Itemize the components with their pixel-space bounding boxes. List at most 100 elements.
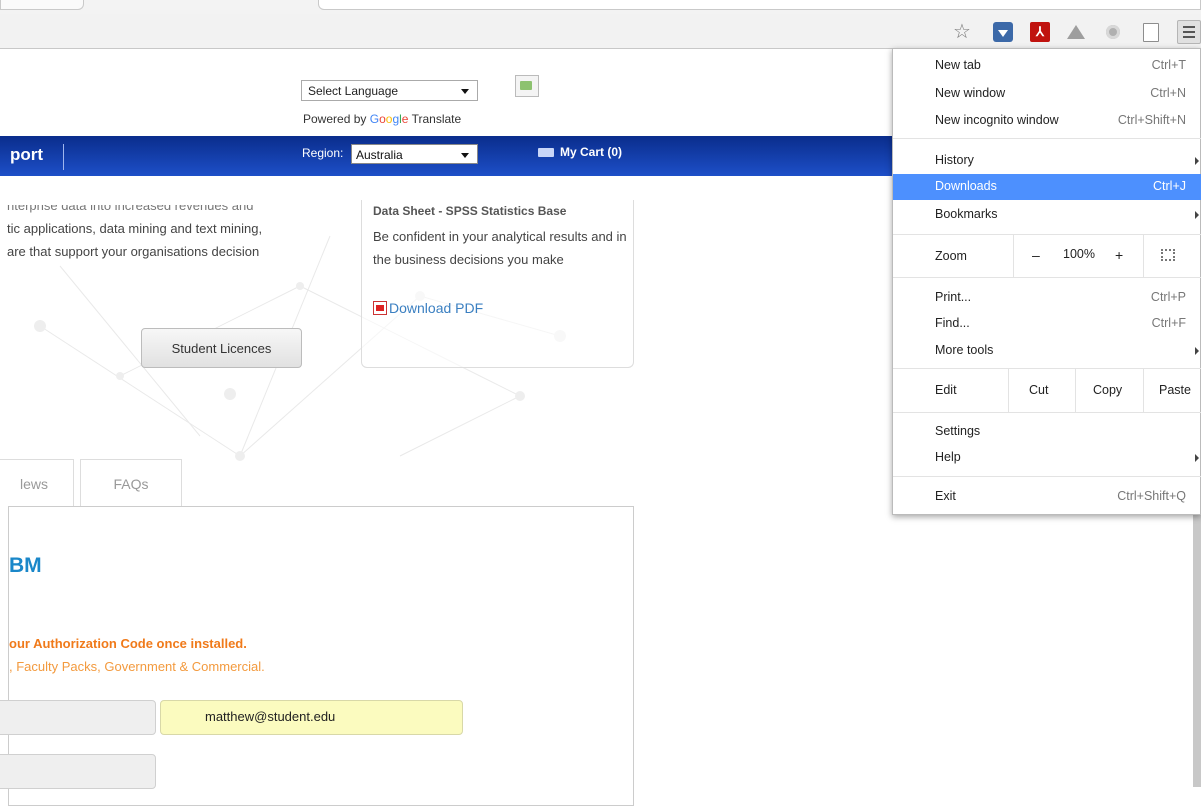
menu-item-more-tools[interactable]: More tools — [893, 338, 1201, 364]
hero-line: tic applications, data mining and text m… — [7, 221, 263, 236]
language-select[interactable]: Select Language — [301, 80, 478, 101]
cut-button[interactable]: Cut — [1029, 383, 1048, 397]
menu-item-new-incognito-window[interactable]: New incognito window Ctrl+Shift+N — [893, 108, 1201, 134]
menu-item-label: New incognito window — [935, 113, 1059, 127]
second-field[interactable] — [0, 754, 156, 789]
download-pdf-label: Download PDF — [389, 300, 484, 316]
email-field[interactable]: matthew@student.edu — [160, 700, 463, 735]
menu-item-history[interactable]: History — [893, 148, 1201, 174]
region-label: Region: — [302, 146, 344, 160]
language-select-value: Select Language — [308, 84, 399, 98]
menu-item-label: New window — [935, 86, 1006, 100]
google-logo-letter: G — [369, 112, 380, 126]
menu-item-shortcut: Ctrl+N — [1150, 86, 1186, 100]
menu-item-shortcut: Ctrl+T — [1151, 58, 1186, 72]
menu-item-shortcut: Ctrl+J — [1153, 179, 1186, 193]
name-field[interactable] — [0, 700, 156, 735]
menu-item-label: Find... — [935, 316, 970, 330]
menu-item-label: Edit — [935, 383, 957, 397]
chevron-down-icon — [461, 153, 469, 158]
content-heading: BM — [9, 554, 42, 577]
authorization-note: our Authorization Code once installed. — [9, 636, 247, 651]
student-licences-button[interactable]: Student Licences — [141, 328, 302, 368]
translate-link[interactable]: Translate — [412, 112, 462, 126]
menu-item-downloads[interactable]: Downloads Ctrl+J — [893, 174, 1201, 200]
google-logo-letter: e — [401, 112, 409, 126]
nav-divider — [63, 144, 64, 170]
menu-item-label: Exit — [935, 489, 956, 503]
zoom-level: 100% — [1063, 247, 1095, 261]
menu-item-new-tab[interactable]: New tab Ctrl+T — [893, 53, 1201, 79]
packs-note: , Faculty Packs, Government & Commercial… — [9, 659, 265, 674]
menu-item-print[interactable]: Print... Ctrl+P — [893, 285, 1201, 311]
browser-tab[interactable] — [0, 0, 84, 10]
my-cart-label: My Cart (0) — [560, 145, 623, 159]
region-select-value: Australia — [356, 148, 403, 162]
tab-faqs[interactable]: FAQs — [80, 459, 182, 507]
google-logo-letter: o — [379, 112, 386, 126]
copy-button[interactable]: Copy — [1093, 383, 1122, 397]
adobe-pdf-icon[interactable]: ⅄ — [1030, 22, 1050, 42]
broken-image-icon — [515, 75, 539, 97]
my-cart-link[interactable]: My Cart (0) — [538, 145, 622, 159]
menu-item-exit[interactable]: Exit Ctrl+Shift+Q — [893, 484, 1201, 510]
drive-icon[interactable] — [1066, 22, 1086, 42]
menu-separator — [1008, 369, 1009, 412]
menu-item-label: More tools — [935, 343, 994, 357]
menu-separator — [893, 138, 1201, 139]
menu-item-label: New tab — [935, 58, 981, 72]
nav-support-link[interactable]: port — [10, 145, 43, 165]
menu-item-settings[interactable]: Settings — [893, 419, 1201, 445]
browser-toolbar: ☆ ⅄ — [0, 14, 1201, 49]
menu-item-label: Settings — [935, 424, 981, 438]
page-icon[interactable] — [1141, 22, 1161, 42]
hero-description: nterprise data into increased revenues a… — [7, 205, 307, 263]
menu-item-shortcut: Ctrl+F — [1151, 316, 1186, 330]
download-extension-icon[interactable] — [993, 22, 1013, 42]
hero-line: are that support your organisations deci… — [7, 244, 260, 259]
menu-item-find[interactable]: Find... Ctrl+F — [893, 311, 1201, 337]
menu-separator — [1013, 235, 1014, 277]
download-pdf-link[interactable]: Download PDF — [373, 300, 483, 316]
menu-edit-row: Edit Cut Copy Paste — [893, 369, 1201, 412]
submenu-arrow-icon — [1195, 454, 1199, 462]
menu-item-shortcut: Ctrl+Shift+Q — [1117, 489, 1186, 503]
menu-zoom-row: Zoom – 100% + — [893, 235, 1201, 277]
submenu-arrow-icon — [1195, 211, 1199, 219]
cart-icon — [538, 148, 554, 158]
menu-item-label: Print... — [935, 290, 972, 304]
fullscreen-icon[interactable] — [1161, 249, 1175, 261]
pdf-icon — [373, 301, 387, 315]
tab-strip — [0, 0, 1201, 14]
robot-extension-icon[interactable] — [1103, 22, 1123, 42]
zoom-out-button[interactable]: – — [1032, 247, 1040, 263]
menu-item-label: History — [935, 153, 974, 167]
region-select[interactable]: Australia — [351, 144, 478, 164]
powered-by-prefix: Powered by — [303, 112, 367, 126]
datasheet-title: Data Sheet - SPSS Statistics Base — [373, 206, 567, 215]
site-navbar: port Region: Australia My Cart (0) — [0, 136, 892, 176]
menu-separator — [1143, 235, 1144, 277]
tab-news[interactable]: lews — [0, 459, 74, 507]
menu-item-shortcut: Ctrl+Shift+N — [1117, 113, 1186, 127]
zoom-in-button[interactable]: + — [1115, 247, 1123, 263]
hero-line: nterprise data into increased revenues a… — [7, 205, 254, 213]
menu-item-shortcut: Ctrl+P — [1150, 290, 1186, 304]
address-bar[interactable] — [318, 0, 1201, 10]
hamburger-menu-icon[interactable] — [1177, 20, 1201, 44]
menu-item-label: Downloads — [935, 179, 997, 193]
menu-separator — [893, 412, 1201, 413]
submenu-arrow-icon — [1195, 157, 1199, 165]
star-bookmark-icon[interactable]: ☆ — [952, 22, 972, 42]
chevron-down-icon — [461, 89, 469, 94]
menu-item-help[interactable]: Help — [893, 445, 1201, 471]
menu-item-new-window[interactable]: New window Ctrl+N — [893, 81, 1201, 107]
browser-menu: New tab Ctrl+T New window Ctrl+N New inc… — [892, 48, 1201, 515]
submenu-arrow-icon — [1195, 347, 1199, 355]
scrollbar-thumb[interactable] — [1193, 515, 1201, 787]
datasheet-description: Be confident in your analytical results … — [373, 229, 627, 267]
paste-button[interactable]: Paste — [1159, 383, 1191, 397]
menu-separator — [893, 277, 1201, 278]
menu-item-bookmarks[interactable]: Bookmarks — [893, 202, 1201, 228]
google-logo[interactable]: Google — [370, 112, 409, 126]
